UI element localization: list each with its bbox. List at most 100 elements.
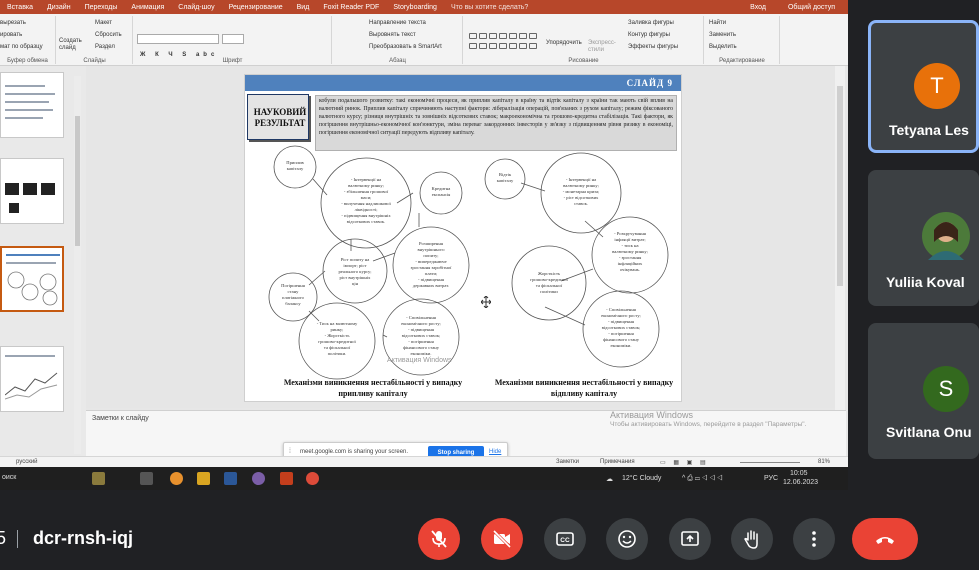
svg-text:валютному ринку;: валютному ринку; <box>563 183 599 188</box>
svg-text:інфляційних: інфляційних <box>618 261 643 266</box>
zoom-slider[interactable] <box>740 462 800 463</box>
svg-text:капіталу: капіталу <box>287 166 304 171</box>
arrange-button[interactable]: Упорядочить <box>546 40 582 46</box>
powerpoint-icon[interactable] <box>280 472 293 485</box>
section-button[interactable]: Раздел <box>95 44 115 50</box>
tab-animation[interactable]: Анимация <box>124 4 171 11</box>
find-button[interactable]: Найти <box>709 20 726 26</box>
thumbnails-scrollbar[interactable] <box>74 76 81 454</box>
raise-hand-icon <box>744 530 758 549</box>
word-icon[interactable] <box>224 472 237 485</box>
paragraph-group: Направление текста Выровнять текст Преоб… <box>333 16 463 64</box>
slide-thumbnail[interactable] <box>0 346 64 412</box>
shape-fill-button[interactable]: Заливка фигуры <box>628 20 674 26</box>
participant-name: Yuliia Koval <box>886 274 965 290</box>
svg-text:відсоткових ставок;: відсоткових ставок; <box>402 333 441 338</box>
weather[interactable]: 12°C Cloudy <box>622 475 661 482</box>
explorer-icon[interactable] <box>197 472 210 485</box>
windows-taskbar: оиск ☁ 12°C Cloudy ^ ⎙ ▭ ◁ ◁ ◁ РУС 10:05… <box>0 467 848 490</box>
shape-effects-button[interactable]: Эффекты фигуры <box>628 44 678 50</box>
leave-call-button[interactable] <box>852 518 918 560</box>
mic-off-button[interactable] <box>418 518 460 560</box>
participant-tile-svitlana[interactable]: S Svitlana Onu <box>868 323 979 459</box>
tell-me-search[interactable]: Что вы хотите сделать? <box>444 4 535 11</box>
zoom-level[interactable]: 81% <box>818 459 830 465</box>
tab-design[interactable]: Дизайн <box>40 4 78 11</box>
tab-storyboarding[interactable]: Storyboarding <box>386 4 444 11</box>
svg-text:відсоткових ставок.: відсоткових ставок. <box>347 219 385 224</box>
divider <box>17 530 18 548</box>
drawing-group-label: Рисование <box>568 58 599 64</box>
align-text-button[interactable]: Выровнять текст <box>369 32 416 38</box>
quick-styles-button[interactable]: Экспресс-стили <box>588 40 616 54</box>
share-link[interactable]: Общий доступ <box>781 4 842 11</box>
participant-tile-yuliia[interactable]: Yuliia Koval <box>868 170 979 306</box>
drag-handle-icon[interactable]: ⁞ <box>289 448 291 455</box>
input-language[interactable]: РУС <box>764 475 778 482</box>
participant-name: Svitlana Onu <box>886 424 972 440</box>
taskbar-search[interactable]: оиск <box>2 474 16 481</box>
windows-activation-watermark: Активация Windows Чтобы активировать Win… <box>610 410 840 429</box>
paragraph-group-label: Абзац <box>389 58 406 64</box>
signin-link[interactable]: Вход <box>743 4 773 11</box>
view-buttons[interactable]: ▭ ▦ ▣ ▤ <box>660 459 709 466</box>
browser-icon[interactable] <box>170 472 183 485</box>
tray-icons[interactable]: ^ ⎙ ▭ ◁ ◁ ◁ <box>682 475 723 483</box>
present-screen-button[interactable] <box>669 518 711 560</box>
text-direction-button[interactable]: Направление текста <box>369 20 426 26</box>
tab-review[interactable]: Рецензирование <box>222 4 290 11</box>
smartart-button[interactable]: Преобразовать в SmartArt <box>369 44 442 50</box>
slide-thumbnail-selected[interactable] <box>0 246 64 312</box>
reset-button[interactable]: Сбросить <box>95 32 122 38</box>
emoji-button[interactable] <box>606 518 648 560</box>
tab-view[interactable]: Вид <box>290 4 317 11</box>
shapes-gallery[interactable] <box>468 32 538 58</box>
replace-button[interactable]: Заменить <box>709 32 736 38</box>
layout-button[interactable]: Макет <box>95 20 112 26</box>
copy-button[interactable]: ировать <box>0 32 22 38</box>
viber-icon[interactable] <box>252 472 265 485</box>
tab-insert[interactable]: Вставка <box>0 4 40 11</box>
camera-off-button[interactable] <box>481 518 523 560</box>
slides-group: Создать слайд Макет Сбросить Раздел Слай… <box>57 16 133 64</box>
clock-date[interactable]: 12.06.2023 <box>783 479 818 486</box>
chrome-icon[interactable] <box>306 472 319 485</box>
tab-slideshow[interactable]: Слайд-шоу <box>171 4 221 11</box>
mechanisms-diagram: Припливкапіталу - Інтервенції навалютном… <box>268 145 669 380</box>
svg-text:Погіршення: Погіршення <box>281 283 306 288</box>
slide-thumbnail[interactable] <box>0 72 64 138</box>
font-size-input[interactable] <box>222 34 244 44</box>
select-button[interactable]: Выделить <box>709 44 737 50</box>
shape-outline-button[interactable]: Контур фигуры <box>628 32 670 38</box>
tab-transitions[interactable]: Переходы <box>78 4 125 11</box>
present-screen-icon <box>681 531 699 546</box>
meeting-code[interactable]: dcr-rnsh-iqj <box>33 528 133 549</box>
clipboard-group-label: Буфер обмена <box>7 58 48 64</box>
avatar: T <box>914 63 960 109</box>
participant-tile-tetyana[interactable]: T Tetyana Les <box>868 20 979 153</box>
taskbar-widget-icon[interactable] <box>92 472 105 485</box>
tab-foxit[interactable]: Foxit Reader PDF <box>316 4 386 11</box>
notes-toggle[interactable]: Заметки <box>556 459 579 465</box>
svg-text:політики: політики <box>540 289 558 294</box>
cut-button[interactable]: вырезать <box>0 20 26 26</box>
svg-text:балансу: балансу <box>285 301 301 306</box>
language-indicator[interactable]: русский <box>16 459 38 465</box>
format-painter-button[interactable]: мат по образцу <box>0 44 43 50</box>
slide[interactable]: СЛАЙД 9 НАУКОВИЙ РЕЗУЛЬТАТ кобули подаль… <box>244 74 682 402</box>
comments-toggle[interactable]: Примечания <box>600 459 635 465</box>
slide-thumbnail[interactable] <box>0 158 64 224</box>
font-name-input[interactable] <box>137 34 219 44</box>
clock-time[interactable]: 10:05 <box>790 470 808 477</box>
captions-button[interactable]: CC <box>544 518 586 560</box>
weather-icon: ☁ <box>606 476 613 483</box>
font-format-buttons[interactable]: Ж К Ч S abc <box>140 52 218 58</box>
more-options-button[interactable] <box>793 518 835 560</box>
task-view-icon[interactable] <box>140 472 153 485</box>
sharing-message: meet.google.com is sharing your screen. <box>300 449 409 455</box>
canvas-scrollbar[interactable] <box>835 66 845 456</box>
new-slide-button[interactable]: Создать слайд <box>59 38 85 52</box>
hide-link[interactable]: Hide <box>489 449 501 455</box>
svg-text:грошово-кредитної: грошово-кредитної <box>530 277 568 282</box>
raise-hand-button[interactable] <box>731 518 773 560</box>
